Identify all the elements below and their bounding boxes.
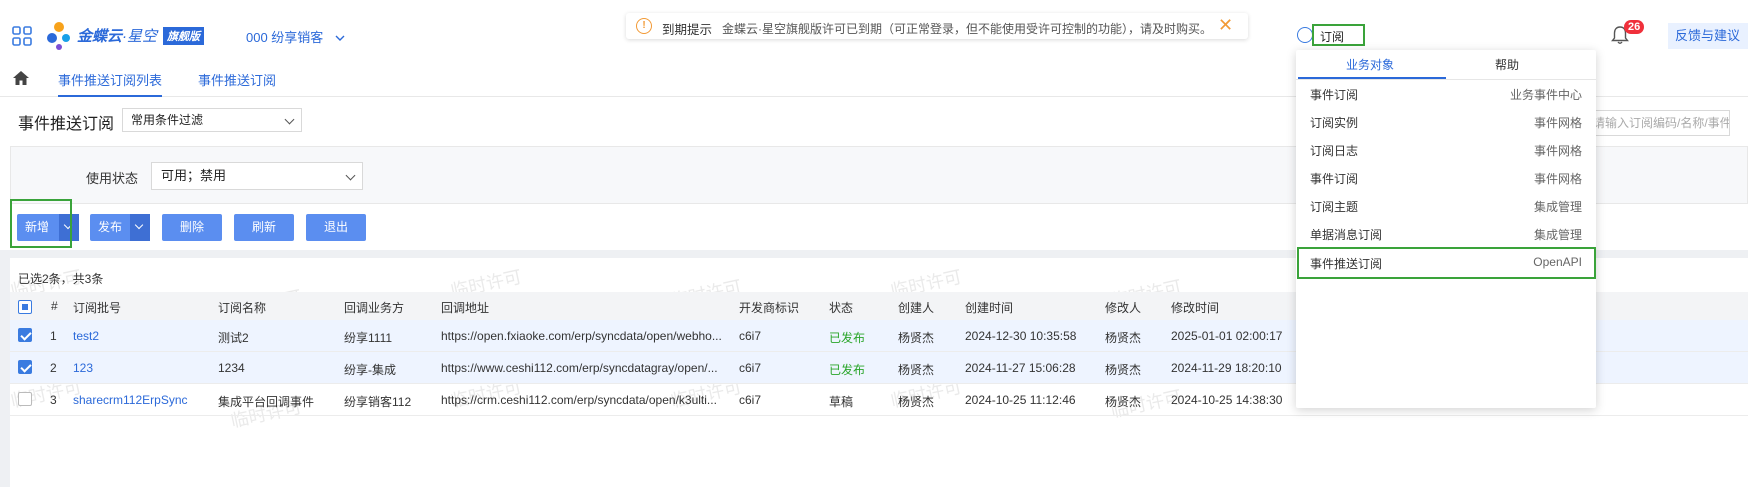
row-modifier: 杨贤杰	[1105, 395, 1142, 409]
row-creator: 杨贤杰	[898, 363, 935, 377]
row-modifier: 杨贤杰	[1105, 363, 1142, 377]
row-status: 已发布	[829, 331, 866, 345]
col-batch[interactable]: 订阅批号	[73, 299, 121, 316]
row-dev: c6i7	[739, 329, 762, 343]
chevron-down-icon	[335, 35, 345, 41]
dropdown-item[interactable]: 事件订阅 业务事件中心	[1296, 80, 1596, 108]
app-grid-icon[interactable]	[12, 26, 32, 46]
row-name: 1234	[218, 361, 245, 375]
row-created: 2024-10-25 11:12:46	[965, 393, 1076, 407]
warning-icon: !	[636, 18, 652, 34]
row-dev: c6i7	[739, 393, 762, 407]
row-status: 草稿	[829, 395, 854, 409]
row-name: 测试2	[218, 331, 249, 345]
exit-button[interactable]: 退出	[306, 214, 366, 241]
col-index: #	[51, 299, 58, 313]
col-party[interactable]: 回调业务方	[344, 299, 404, 316]
row-url: https://open.fxiaoke.com/erp/syncdata/op…	[441, 329, 722, 343]
search-icon[interactable]	[1297, 27, 1313, 43]
dropdown-item[interactable]: 单据消息订阅 集成管理	[1296, 220, 1596, 248]
expiry-notice: ! 到期提示 金蝶云·星空旗舰版许可已到期（可正常登录，但不能使用受许可控制的功…	[626, 13, 1248, 39]
search-results-dropdown: 业务对象 帮助 事件订阅 业务事件中心 订阅实例 事件网格 订阅日志 事件网格 事件订…	[1296, 50, 1596, 408]
dropdown-tab-business-objects[interactable]: 业务对象	[1346, 56, 1394, 73]
dropdown-item[interactable]: 订阅日志 事件网格	[1296, 136, 1596, 164]
row-checkbox[interactable]	[18, 328, 32, 342]
col-modified[interactable]: 修改时间	[1171, 299, 1219, 316]
row-dev: c6i7	[739, 361, 762, 375]
col-name[interactable]: 订阅名称	[218, 299, 266, 316]
row-name: 集成平台回调事件	[218, 395, 315, 409]
row-status: 已发布	[829, 363, 866, 377]
row-party: 纷享-集成	[344, 363, 396, 377]
dropdown-tab-help[interactable]: 帮助	[1495, 56, 1519, 73]
kingdee-logo-icon	[47, 22, 70, 50]
publish-dropdown-toggle[interactable]	[130, 214, 150, 241]
col-created[interactable]: 创建时间	[965, 299, 1013, 316]
dropdown-item[interactable]: 订阅主题 集成管理	[1296, 192, 1596, 220]
row-modified: 2024-10-25 14:38:30	[1171, 393, 1283, 407]
col-status[interactable]: 状态	[829, 299, 853, 316]
notice-title: 到期提示	[662, 23, 713, 37]
logo-text: 金蝶云·星空	[77, 28, 158, 45]
row-party: 纷享销客112	[344, 395, 412, 409]
row-checkbox[interactable]	[18, 392, 32, 406]
row-modified: 2025-01-01 02:00:17	[1171, 329, 1283, 343]
dropdown-item[interactable]: 事件订阅 事件网格	[1296, 164, 1596, 192]
row-index: 2	[50, 361, 57, 375]
notification-count-badge: 26	[1624, 20, 1645, 34]
dropdown-item[interactable]: 订阅实例 事件网格	[1296, 108, 1596, 136]
col-creator[interactable]: 创建人	[898, 299, 934, 316]
chevron-down-icon	[284, 114, 295, 125]
col-dev[interactable]: 开发商标识	[739, 299, 799, 316]
row-url: https://crm.ceshi112.com/erp/syncdata/op…	[441, 393, 717, 407]
dropdown-item-highlight	[1297, 247, 1596, 279]
close-icon[interactable]: ✕	[1218, 15, 1233, 36]
selection-summary: 已选2条，共3条	[18, 272, 104, 286]
common-filter-select[interactable]: 常用条件过滤	[122, 108, 302, 132]
edition-badge: 旗舰版	[163, 27, 204, 45]
new-button-highlight	[10, 199, 72, 248]
list-search-input[interactable]: 请输入订阅编码/名称/事件编码	[1588, 110, 1730, 136]
home-icon[interactable]	[12, 70, 30, 86]
page-title: 事件推送订阅	[18, 116, 115, 133]
row-creator: 杨贤杰	[898, 395, 935, 409]
select-all-checkbox[interactable]	[18, 300, 32, 314]
refresh-button[interactable]: 刷新	[234, 214, 294, 241]
left-gutter	[0, 258, 10, 487]
row-index: 1	[50, 329, 57, 343]
tenant-switcher[interactable]: 000 纷享销客	[246, 27, 345, 46]
row-modified: 2024-11-29 18:20:10	[1171, 361, 1282, 375]
row-created: 2024-12-30 10:35:58	[965, 329, 1077, 343]
notice-text: 金蝶云·星空旗舰版许可已到期（可正常登录，但不能使用受许可控制的功能），请及时购…	[722, 22, 1212, 36]
status-filter-label: 使用状态	[86, 171, 139, 186]
global-search-input[interactable]: 订阅	[1312, 24, 1365, 46]
row-batch-link[interactable]: test2	[73, 329, 99, 343]
row-party: 纷享1111	[344, 331, 393, 345]
feedback-button[interactable]: 反馈与建议	[1668, 23, 1748, 49]
delete-button[interactable]: 删除	[162, 214, 222, 241]
row-modifier: 杨贤杰	[1105, 331, 1142, 345]
tab-subscription-list[interactable]: 事件推送订阅列表	[58, 70, 163, 97]
row-creator: 杨贤杰	[898, 331, 935, 345]
col-url[interactable]: 回调地址	[441, 299, 489, 316]
chevron-down-icon	[345, 170, 356, 181]
row-batch-link[interactable]: 123	[73, 361, 93, 375]
row-checkbox[interactable]	[18, 360, 32, 374]
row-created: 2024-11-27 15:06:28	[965, 361, 1076, 375]
tab-subscription[interactable]: 事件推送订阅	[198, 70, 276, 89]
status-filter-select[interactable]: 可用；禁用	[151, 162, 363, 190]
row-url: https://www.ceshi112.com/erp/syncdatagra…	[441, 361, 718, 375]
col-modifier[interactable]: 修改人	[1105, 299, 1141, 316]
row-batch-link[interactable]: sharecrm112ErpSync	[73, 393, 188, 407]
publish-button[interactable]: 发布	[90, 214, 150, 241]
row-index: 3	[50, 393, 57, 407]
